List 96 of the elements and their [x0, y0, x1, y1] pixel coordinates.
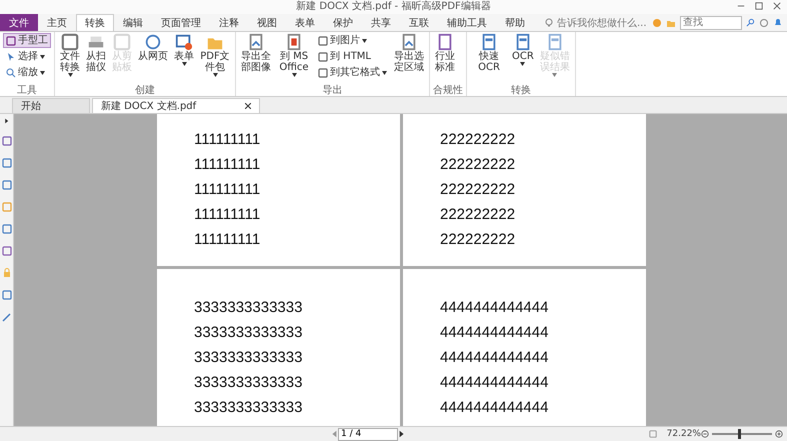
- page-text-line: 3333333333333: [194, 348, 304, 368]
- page-text-line: 111111111: [194, 130, 262, 150]
- caret-icon: [362, 38, 367, 42]
- page-text-line: 111111111: [194, 180, 262, 200]
- group-label: 转换: [510, 85, 532, 96]
- slider-thumb[interactable]: [738, 429, 741, 439]
- page-text-line: 4444444444444: [440, 323, 550, 343]
- zoom-out-icon: [701, 430, 709, 438]
- ribbon-button[interactable]: 从扫描仪: [84, 33, 108, 85]
- page-text-line: 222222222: [440, 180, 516, 200]
- page-text-line: 111111111: [194, 230, 262, 250]
- ribbon-button[interactable]: 表单: [172, 33, 196, 85]
- page-text-line: 222222222: [440, 230, 516, 250]
- caret-icon: [40, 70, 45, 74]
- page-text-line: 3333333333333: [194, 373, 304, 393]
- image-export-icon: [400, 33, 418, 51]
- page-text-line: 4444444444444: [440, 298, 550, 318]
- group-label: 创建: [134, 85, 156, 96]
- window-title: 新建 DOCX 文档.pdf - 福昕高级PDF编辑器: [296, 1, 491, 13]
- ribbon-button[interactable]: 导出全部图像: [239, 33, 273, 85]
- menu-tab[interactable]: 帮助: [496, 14, 534, 31]
- ribbon-button[interactable]: 快速 OCR: [470, 33, 508, 85]
- ribbon-button[interactable]: 行业标准: [433, 33, 457, 85]
- bell-icon: [773, 18, 783, 28]
- page-text-line: 3333333333333: [194, 298, 304, 318]
- search-field[interactable]: 查找: [680, 16, 742, 30]
- page-text-line: 3333333333333: [194, 398, 304, 418]
- menu-tab[interactable]: 辅助工具: [438, 14, 496, 31]
- caret-icon: [68, 73, 72, 77]
- page-text-line: 4444444444444: [440, 348, 550, 368]
- ribbon-button[interactable]: 到 HTML: [315, 49, 390, 64]
- tab-label: 新建 DOCX 文档.pdf: [101, 100, 196, 113]
- lock-icon: [2, 268, 12, 278]
- caret-icon: [552, 73, 558, 77]
- form-icon: [175, 33, 193, 51]
- page-text-line: 3333333333333: [194, 323, 304, 343]
- page-number-field[interactable]: 1 / 4: [338, 428, 398, 440]
- caret-icon: [520, 62, 526, 66]
- office-document-icon: [285, 33, 303, 51]
- caret-icon: [182, 62, 186, 66]
- magnifier-icon: [6, 68, 16, 78]
- cursor-icon: [6, 52, 16, 62]
- ribbon-button[interactable]: PDF文件包: [198, 33, 232, 85]
- zoom-in-icon: [775, 430, 783, 438]
- ocr-document-icon: [546, 33, 564, 51]
- page-text-line: 111111111: [194, 205, 262, 225]
- page-text-line: 222222222: [440, 205, 516, 225]
- menu-tab[interactable]: 编辑: [114, 14, 152, 31]
- group-label: 合规性: [433, 85, 463, 96]
- ribbon-button[interactable]: 选择: [3, 49, 51, 64]
- tell-me-field[interactable]: 告诉我你想做什么...: [557, 16, 647, 30]
- ocr-document-icon: [480, 33, 498, 51]
- menu-tab[interactable]: 互联: [400, 14, 438, 31]
- ribbon-button[interactable]: OCR: [510, 33, 536, 85]
- ribbon-button[interactable]: 缩放: [3, 65, 51, 80]
- menu-tab[interactable]: 共享: [362, 14, 400, 31]
- ribbon-button[interactable]: 手型工: [3, 33, 51, 48]
- menu-tab[interactable]: 转换: [76, 14, 114, 31]
- ocr-document-icon: [514, 33, 532, 51]
- document-tab[interactable]: 开始: [12, 98, 90, 113]
- maximize-icon: [755, 2, 763, 10]
- page-text-line: 4444444444444: [440, 398, 550, 418]
- menu-tab[interactable]: 视图: [248, 14, 286, 31]
- document-tab[interactable]: 新建 DOCX 文档.pdf: [92, 98, 260, 113]
- expand-arrow-icon: [4, 118, 10, 124]
- menu-tab[interactable]: 注释: [210, 14, 248, 31]
- caret-icon: [292, 73, 296, 77]
- file-menu[interactable]: 文件: [0, 14, 38, 31]
- group-label: 工具: [16, 85, 38, 96]
- page-text-line: 222222222: [440, 130, 516, 150]
- page-text-line: 4444444444444: [440, 373, 550, 393]
- image-export-icon: [247, 33, 265, 51]
- next-page-icon: [398, 430, 406, 438]
- lightbulb-icon: [544, 18, 554, 28]
- zoom-level-text[interactable]: 72.22%: [666, 429, 701, 439]
- page-text-line: 222222222: [440, 155, 516, 175]
- first-page-icon: [330, 430, 338, 438]
- group-label: 导出: [322, 85, 344, 96]
- ribbon-button[interactable]: 到图片: [315, 33, 390, 48]
- ribbon-button[interactable]: 文件转换: [58, 33, 82, 85]
- page-text-line: 111111111: [194, 155, 262, 175]
- close-icon[interactable]: [245, 100, 251, 112]
- menu-tab[interactable]: 主页: [38, 14, 76, 31]
- menu-tab[interactable]: 表单: [286, 14, 324, 31]
- ribbon-button[interactable]: 从网页: [136, 33, 170, 85]
- ribbon-button[interactable]: 到其它格式: [315, 65, 390, 80]
- search-icon: [746, 18, 755, 27]
- menu-tab[interactable]: 保护: [324, 14, 362, 31]
- caret-icon: [212, 73, 218, 77]
- close-icon: [773, 2, 781, 10]
- tab-label: 开始: [21, 100, 41, 113]
- ribbon-button[interactable]: 导出选定区域: [392, 33, 426, 85]
- caret-icon: [382, 70, 387, 74]
- caret-icon: [40, 54, 45, 58]
- ribbon-button[interactable]: 到 MS Office: [275, 33, 313, 85]
- menu-tab[interactable]: 页面管理: [152, 14, 210, 31]
